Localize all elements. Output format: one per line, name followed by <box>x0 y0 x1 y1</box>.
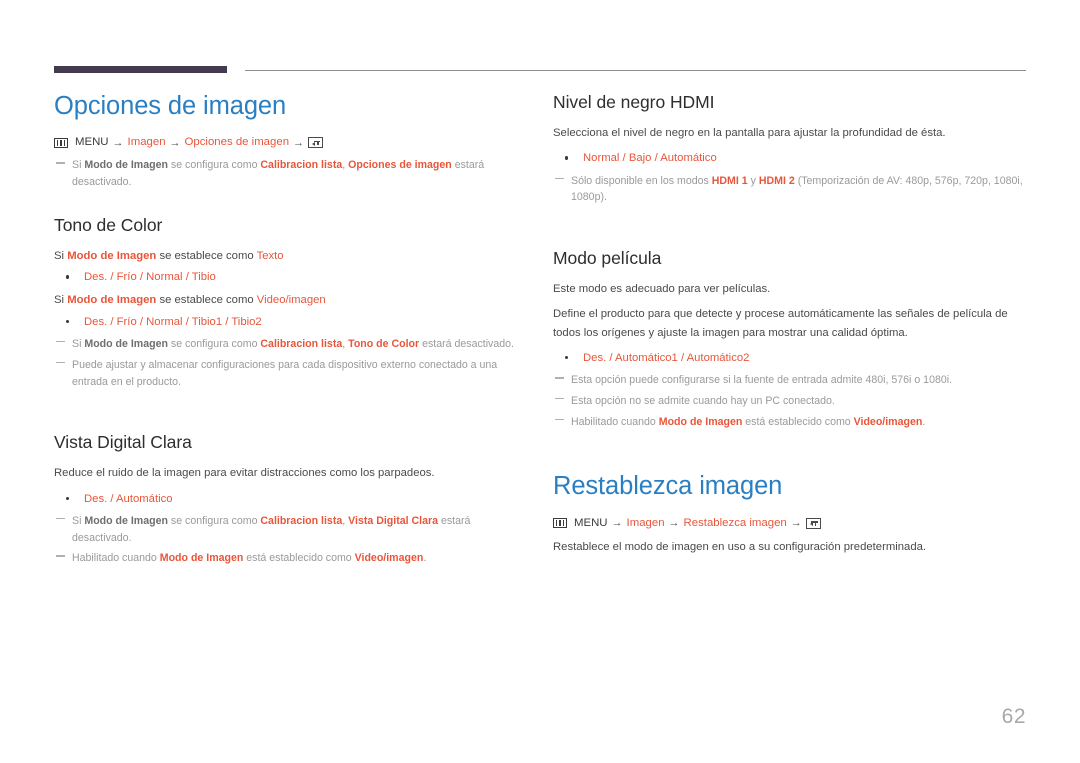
menu-step-opciones-de-imagen: Opciones de imagen <box>184 136 290 149</box>
note-text: Habilitado cuando <box>72 552 160 565</box>
para-term: Modo de Imagen <box>67 294 157 307</box>
header-accent-bar <box>54 66 227 73</box>
menu-label: MENU <box>574 516 608 529</box>
para-value: Video/imagen <box>256 294 326 307</box>
menu-step-imagen: Imagen <box>127 136 166 149</box>
note-highlight: Tono de Color <box>348 338 420 351</box>
arrow-icon: → <box>790 517 802 530</box>
menu-step-restablezca-imagen: Restablezca imagen <box>683 516 787 529</box>
vista-description: Reduce el ruido de la imagen para evitar… <box>54 467 435 480</box>
pelicula-description-2: Define el producto para que detecte y pr… <box>553 308 1008 339</box>
note-text: y <box>747 174 759 187</box>
left-column: Opciones de imagen MENU → Imagen → Opcio… <box>54 92 524 571</box>
note-highlight: Video/imagen <box>853 415 923 428</box>
note-highlight: Modo de Imagen <box>159 552 244 565</box>
tono-condition-video: Si Modo de Imagen se establece como Vide… <box>54 291 524 309</box>
reset-description: Restablece el modo de imagen en uso a su… <box>553 540 927 553</box>
note-text: se configura como <box>167 338 261 351</box>
tono-options-video: Des. / Frío / Normal / Tibio1 / Tibio2 <box>54 313 524 331</box>
note-term: Modo de Imagen <box>84 338 168 351</box>
pelicula-options: Des. / Automático1 / Automático2 <box>553 349 1026 367</box>
note-highlight: Vista Digital Clara <box>348 514 439 527</box>
para-value: Texto <box>256 249 284 262</box>
header-divider-line <box>245 70 1026 71</box>
heading-restablezca-imagen: Restablezca imagen <box>553 472 783 501</box>
note-highlight: Video/imagen <box>354 552 424 565</box>
pelicula-description-1: Este modo es adecuado para ver películas… <box>553 283 771 296</box>
right-column: Nivel de negro HDMI Selecciona el nivel … <box>553 92 1026 563</box>
para-text: se establece como <box>156 249 257 262</box>
note-vista-disabled: Si Modo de Imagen se configura como Cali… <box>54 513 524 546</box>
nivel-description: Selecciona el nivel de negro en la panta… <box>553 127 946 139</box>
note-text: Sólo disponible en los modos <box>571 174 712 187</box>
para-term: Modo de Imagen <box>67 249 157 262</box>
tono-options-texto: Des. / Frío / Normal / Tibio <box>54 268 524 286</box>
note-highlight: Opciones de imagen <box>348 159 452 172</box>
menu-step-imagen: Imagen <box>626 516 665 529</box>
note-pelicula-enabled: Habilitado cuando Modo de Imagen está es… <box>553 414 1026 431</box>
menu-path-restablezca: MENU → Imagen → Restablezca imagen → <box>553 515 1026 532</box>
enter-key-icon <box>805 517 821 529</box>
menu-path-opciones: MENU → Imagen → Opciones de imagen → <box>54 134 524 151</box>
note-pelicula-source: Esta opción puede configurarse si la fue… <box>553 372 1026 389</box>
arrow-icon: → <box>169 136 181 149</box>
note-text: estará desactivado. <box>419 338 514 351</box>
note-term: Modo de Imagen <box>84 514 168 527</box>
para-text: Si <box>54 294 68 307</box>
note-nivel-hdmi-only: Sólo disponible en los modos HDMI 1 y HD… <box>553 173 1026 206</box>
arrow-icon: → <box>611 517 623 530</box>
note-highlight: HDMI 2 <box>758 174 795 187</box>
menu-icon <box>54 137 68 148</box>
note-text: se configura como <box>167 159 261 172</box>
note-text: Si <box>72 338 85 351</box>
arrow-icon: → <box>293 136 305 149</box>
heading-nivel-de-negro-hdmi: Nivel de negro HDMI <box>553 92 715 112</box>
menu-icon <box>553 518 567 529</box>
note-highlight: Calibracion lista <box>260 159 343 172</box>
menu-label: MENU <box>75 136 109 149</box>
note-text: Si <box>72 514 85 527</box>
note-tono-disabled: Si Modo de Imagen se configura como Cali… <box>54 336 524 353</box>
note-text: está establecido como <box>742 415 854 428</box>
note-highlight: HDMI 1 <box>711 174 748 187</box>
note-text: . <box>423 552 427 565</box>
heading-vista-digital-clara: Vista Digital Clara <box>54 432 192 453</box>
tono-condition-texto: Si Modo de Imagen se establece como Text… <box>54 247 524 265</box>
header-rules <box>54 65 1026 75</box>
document-page: Opciones de imagen MENU → Imagen → Opcio… <box>0 0 1080 763</box>
page-title: Opciones de imagen <box>54 92 287 120</box>
note-tono-store-config: Puede ajustar y almacenar configuracione… <box>54 357 524 390</box>
note-term: Modo de Imagen <box>84 159 168 172</box>
note-vista-enabled: Habilitado cuando Modo de Imagen está es… <box>54 550 524 567</box>
note-opciones-disabled: Si Modo de Imagen se configura como Cali… <box>54 157 524 190</box>
note-pelicula-pc: Esta opción no se admite cuando hay un P… <box>553 393 1026 410</box>
note-highlight: Calibracion lista <box>260 514 343 527</box>
note-text: está establecido como <box>243 552 355 565</box>
note-highlight: Modo de Imagen <box>658 415 743 428</box>
heading-tono-de-color: Tono de Color <box>54 214 163 235</box>
enter-key-icon <box>308 137 324 149</box>
nivel-options: Normal / Bajo / Automático <box>553 149 1026 167</box>
arrow-icon: → <box>112 136 124 149</box>
arrow-icon: → <box>668 517 680 530</box>
para-text: se establece como <box>156 294 257 307</box>
note-highlight: Calibracion lista <box>260 338 343 351</box>
note-text: . <box>922 415 926 428</box>
note-text: se configura como <box>167 514 261 527</box>
note-text: Habilitado cuando <box>571 415 659 428</box>
para-text: Si <box>54 249 68 262</box>
page-number: 62 <box>1001 705 1026 728</box>
heading-modo-pelicula: Modo película <box>553 248 662 269</box>
note-text: Si <box>72 159 85 172</box>
vista-options: Des. / Automático <box>54 490 524 508</box>
